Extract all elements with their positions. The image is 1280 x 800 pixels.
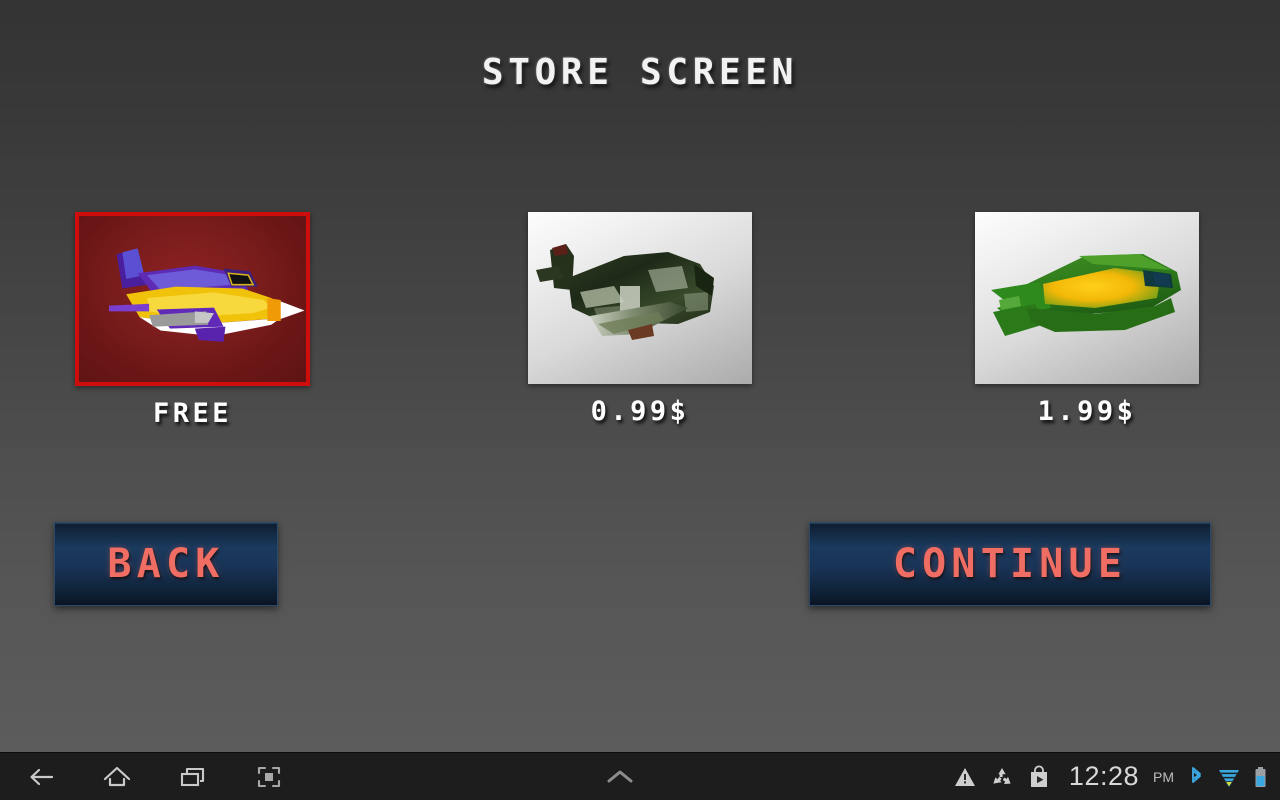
product-item-camo[interactable]: 0.99$ (528, 212, 752, 427)
play-store-icon (1026, 764, 1052, 790)
recycle-icon (989, 764, 1015, 790)
purple-yellow-jet-icon (109, 248, 305, 342)
recent-apps-icon[interactable] (174, 758, 212, 796)
clock-meridiem: PM (1153, 768, 1174, 785)
product-price-label: 0.99$ (590, 396, 690, 427)
product-thumbnail-camo[interactable] (528, 212, 752, 384)
clock-time: 12:28 (1068, 761, 1139, 791)
product-thumbnail-free[interactable] (75, 212, 310, 386)
warning-triangle-icon (952, 764, 978, 790)
product-price-label: 1.99$ (1037, 396, 1137, 427)
product-thumbnail-green[interactable] (975, 212, 1199, 384)
screenshot-icon[interactable] (250, 758, 288, 796)
back-icon[interactable] (22, 758, 60, 796)
android-navigation-bar: 12:28 PM (0, 752, 1280, 800)
bluetooth-icon (1187, 764, 1205, 790)
page-title: STORE SCREEN (481, 52, 799, 93)
green-yellow-jet-icon (991, 254, 1181, 336)
product-list: FREE 0.99$ 1.99$ (0, 212, 1280, 432)
camo-green-fighter-icon (536, 244, 714, 340)
home-icon[interactable] (98, 758, 136, 796)
continue-button[interactable]: CONTINUE (809, 522, 1211, 606)
nav-buttons-group (0, 758, 288, 796)
chevron-up-icon[interactable] (601, 758, 639, 796)
battery-icon (1253, 764, 1268, 790)
product-price-label: FREE (152, 398, 233, 429)
store-screen: STORE SCREEN FREE 0.99$ 1.99$ BACK CONTI… (0, 0, 1280, 752)
wifi-icon (1216, 764, 1242, 790)
back-button[interactable]: BACK (54, 522, 278, 606)
product-item-free[interactable]: FREE (75, 212, 310, 429)
status-bar[interactable]: 12:28 PM (952, 761, 1280, 792)
nav-center-group (288, 758, 952, 796)
product-item-green[interactable]: 1.99$ (975, 212, 1199, 427)
